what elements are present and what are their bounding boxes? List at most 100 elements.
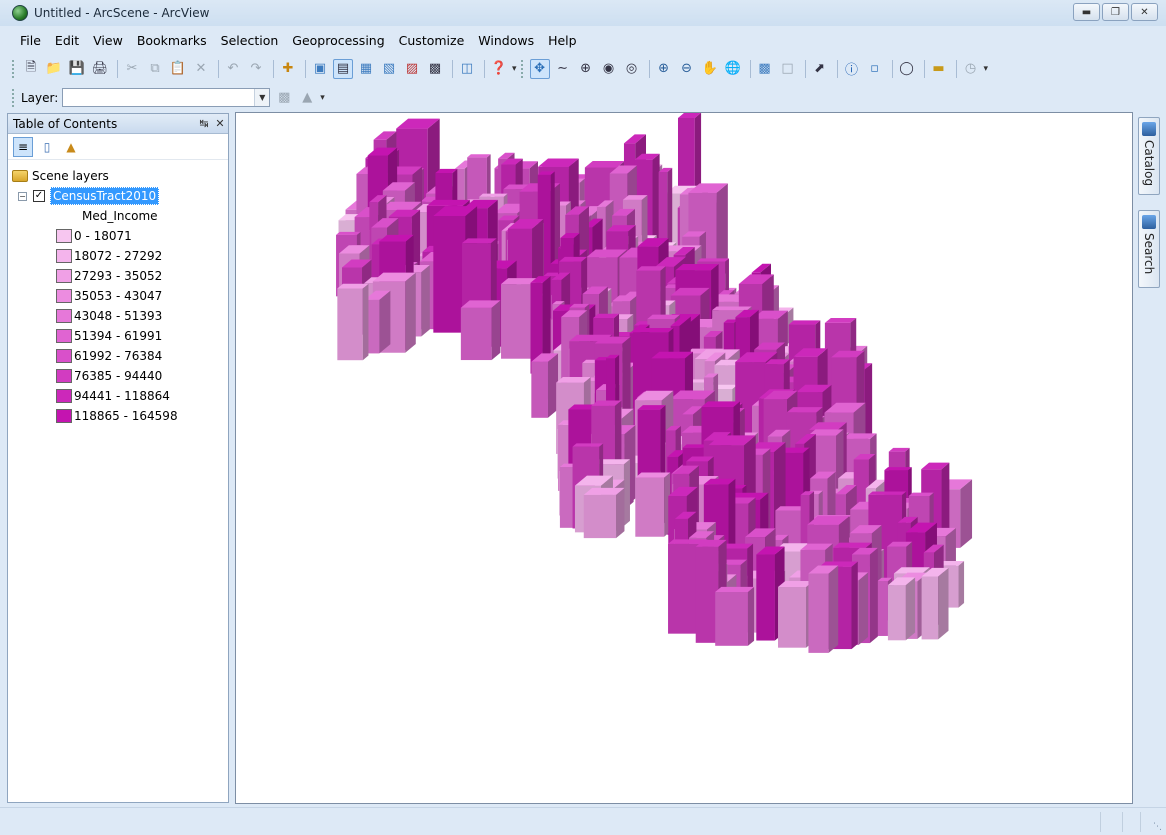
save-icon[interactable]: 💾: [67, 59, 87, 79]
full-extent-icon[interactable]: 🌐: [723, 59, 743, 79]
census-tract-prism[interactable]: [635, 472, 671, 537]
close-button[interactable]: ✕: [1131, 3, 1158, 21]
census-tract-prism[interactable]: [337, 283, 369, 361]
copy-icon[interactable]: ⧉: [145, 59, 165, 79]
toolbar-grip[interactable]: [12, 88, 15, 107]
html-popup-icon[interactable]: ▫: [865, 59, 885, 79]
menu-geoprocessing[interactable]: Geoprocessing: [285, 30, 391, 51]
toolbar-options-icon[interactable]: ▾: [984, 64, 989, 74]
menu-file[interactable]: File: [13, 30, 48, 51]
legend-class-row[interactable]: 61992 - 76384: [12, 346, 228, 366]
list-by-visibility-icon[interactable]: ▲: [61, 137, 81, 157]
print-icon[interactable]: 🖨: [90, 59, 110, 79]
scene-view[interactable]: [235, 112, 1133, 804]
collapse-icon[interactable]: −: [18, 191, 27, 201]
menu-help[interactable]: Help: [541, 30, 584, 51]
open-folder-icon[interactable]: 📁: [44, 59, 64, 79]
census-tract-prism[interactable]: [808, 565, 839, 653]
layer-transparency-icon[interactable]: ▩: [274, 88, 294, 108]
undo-icon[interactable]: ↶: [223, 59, 243, 79]
legend-swatch[interactable]: [56, 409, 72, 423]
legend-class-row[interactable]: 43048 - 51393: [12, 306, 228, 326]
legend-class-row[interactable]: 18072 - 27292: [12, 246, 228, 266]
time-slider-icon[interactable]: ◷: [961, 59, 981, 79]
toolbar-grip[interactable]: [12, 59, 15, 78]
legend-swatch[interactable]: [56, 389, 72, 403]
paste-icon[interactable]: 📋: [168, 59, 188, 79]
arctoolbox-icon[interactable]: ▨: [402, 59, 422, 79]
navigate-tool-icon[interactable]: ✥: [529, 58, 550, 79]
menu-windows[interactable]: Windows: [471, 30, 541, 51]
legend-class-row[interactable]: 76385 - 94440: [12, 366, 228, 386]
legend-class-row[interactable]: 35053 - 43047: [12, 286, 228, 306]
restore-button[interactable]: ❐: [1102, 3, 1129, 21]
dropdown-arrow-icon[interactable]: ▼: [254, 89, 270, 106]
toolbar-grip[interactable]: [520, 59, 524, 78]
menu-edit[interactable]: Edit: [48, 30, 86, 51]
legend-swatch[interactable]: [56, 309, 72, 323]
close-icon[interactable]: ✕: [212, 117, 228, 130]
menu-customize[interactable]: Customize: [392, 30, 472, 51]
measure-icon[interactable]: ▬: [929, 59, 949, 79]
toolbar-options-icon[interactable]: ▾: [320, 93, 325, 103]
find-icon[interactable]: ◯: [897, 59, 917, 79]
lighting-icon[interactable]: ▲: [297, 88, 317, 108]
arcscene-app-icon[interactable]: [12, 5, 28, 21]
legend-swatch[interactable]: [56, 269, 72, 283]
select-elements-icon[interactable]: ⬈: [810, 59, 830, 79]
legend-class-row[interactable]: 27293 - 35052: [12, 266, 228, 286]
search-dock-tab[interactable]: Search: [1138, 210, 1160, 288]
census-tract-prism[interactable]: [921, 567, 949, 640]
list-by-drawing-order-icon[interactable]: ≡: [13, 136, 33, 157]
legend-swatch[interactable]: [56, 329, 72, 343]
select-features-icon[interactable]: ▩: [755, 59, 775, 79]
legend-swatch[interactable]: [56, 229, 72, 243]
scene-properties-icon[interactable]: ▣: [310, 59, 330, 79]
new-document-icon[interactable]: 🗎: [21, 59, 41, 79]
table-of-contents-icon[interactable]: ▤: [333, 58, 353, 79]
census-tract-prism[interactable]: [778, 580, 814, 648]
menu-selection[interactable]: Selection: [214, 30, 286, 51]
center-on-target-icon[interactable]: ⊕: [576, 59, 596, 79]
clear-selection-icon[interactable]: □: [778, 59, 798, 79]
pin-icon[interactable]: ↹: [196, 117, 212, 130]
legend-class-row[interactable]: 51394 - 61991: [12, 326, 228, 346]
redo-icon[interactable]: ↷: [246, 59, 266, 79]
whats-this-icon[interactable]: ❓: [489, 59, 509, 79]
census-tract-prism[interactable]: [460, 300, 501, 361]
legend-class-row[interactable]: 118865 - 164598: [12, 406, 228, 426]
minimize-button[interactable]: ▬: [1073, 3, 1100, 21]
identify-icon[interactable]: ⓘ: [842, 59, 862, 79]
layer-dropdown[interactable]: ▼: [62, 88, 271, 107]
fly-tool-icon[interactable]: ∼: [553, 59, 573, 79]
census-tract-prism[interactable]: [531, 353, 559, 418]
toolbar-options-icon[interactable]: ▾: [512, 64, 517, 74]
resize-grip-icon[interactable]: ⋱: [1153, 822, 1162, 832]
census-tract-prism[interactable]: [715, 586, 755, 646]
census-tract-prism[interactable]: [364, 290, 391, 354]
catalog-window-icon[interactable]: ▦: [356, 59, 376, 79]
layer-visibility-checkbox[interactable]: ✓: [33, 190, 45, 202]
scene-layers-node[interactable]: Scene layers: [12, 166, 228, 186]
delete-icon[interactable]: ✕: [191, 59, 211, 79]
modelbuilder-icon[interactable]: ◫: [457, 59, 477, 79]
zoom-out-icon[interactable]: ⊖: [677, 59, 697, 79]
legend-swatch[interactable]: [56, 369, 72, 383]
census-tract-prism[interactable]: [583, 487, 625, 539]
menu-view[interactable]: View: [86, 30, 130, 51]
list-by-source-icon[interactable]: ▯: [37, 137, 57, 157]
catalog-dock-tab[interactable]: Catalog: [1138, 117, 1160, 195]
legend-swatch[interactable]: [56, 289, 72, 303]
legend-class-row[interactable]: 94441 - 118864: [12, 386, 228, 406]
search-window-icon[interactable]: ▧: [379, 59, 399, 79]
pan-icon[interactable]: ✋: [700, 59, 720, 79]
layer-name[interactable]: CensusTract2010: [50, 187, 160, 205]
3d-census-tract-extrusion[interactable]: [236, 113, 1132, 803]
cut-icon[interactable]: ✂: [122, 59, 142, 79]
legend-swatch[interactable]: [56, 349, 72, 363]
menu-bookmarks[interactable]: Bookmarks: [130, 30, 214, 51]
add-data-icon[interactable]: ✚: [278, 59, 298, 79]
legend-swatch[interactable]: [56, 249, 72, 263]
census-tract-prism[interactable]: [887, 577, 916, 641]
python-window-icon[interactable]: ▩: [425, 59, 445, 79]
